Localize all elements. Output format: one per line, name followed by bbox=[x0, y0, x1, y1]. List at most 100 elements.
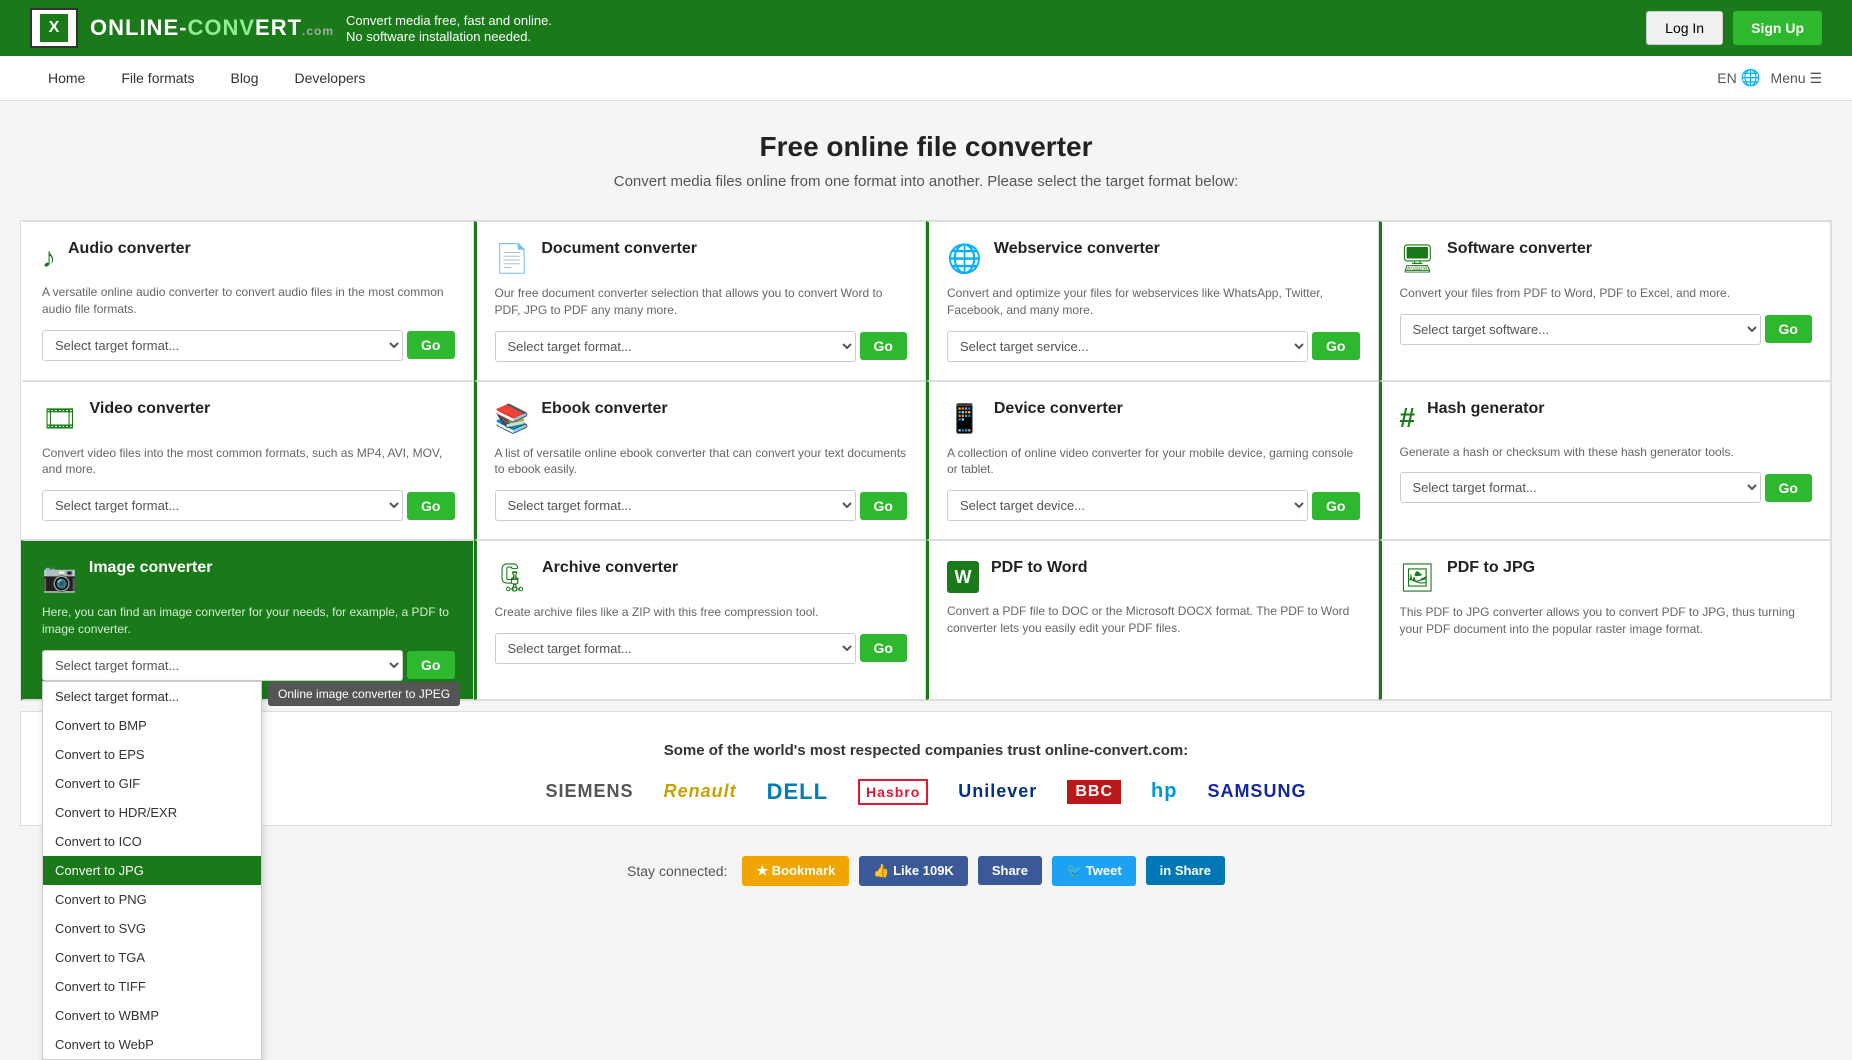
dd-ico[interactable]: Convert to ICO bbox=[43, 827, 261, 856]
video-select[interactable]: Select target format... bbox=[42, 490, 403, 521]
dd-wbmp[interactable]: Convert to WBMP bbox=[43, 1001, 261, 1030]
document-select[interactable]: Select target format... bbox=[495, 331, 856, 362]
dd-bmp[interactable]: Convert to BMP bbox=[43, 711, 261, 740]
dd-tiff[interactable]: Convert to TIFF bbox=[43, 972, 261, 1001]
logo-area: X ONLINE-CONVERT.com Convert media free,… bbox=[30, 8, 552, 48]
image-desc: Here, you can find an image converter fo… bbox=[42, 604, 455, 638]
dd-png[interactable]: Convert to PNG bbox=[43, 885, 261, 914]
like-button[interactable]: 👍 Like 109K bbox=[859, 856, 968, 886]
brand-hasbro: Hasbro bbox=[858, 779, 928, 805]
nav-developers[interactable]: Developers bbox=[277, 56, 384, 100]
software-title: Software converter bbox=[1447, 240, 1592, 258]
pdftojpg-icon: 🖼 bbox=[1400, 561, 1436, 594]
converter-image: 📷 Image converter Here, you can find an … bbox=[21, 540, 474, 700]
software-go-button[interactable]: Go bbox=[1765, 315, 1812, 343]
image-select-row: Select target format... Go Select target… bbox=[42, 650, 455, 681]
dd-select-placeholder[interactable]: Select target format... bbox=[43, 682, 261, 711]
webservice-header: 🌐 Webservice converter bbox=[947, 240, 1360, 275]
logo-icon: X bbox=[40, 14, 68, 42]
audio-select[interactable]: Select target format... bbox=[42, 330, 403, 361]
image-go-button[interactable]: Go bbox=[407, 651, 454, 679]
social-label: Stay connected: bbox=[627, 863, 727, 879]
video-icon: 🎞 bbox=[42, 402, 78, 435]
converter-pdftoword: W PDF to Word Convert a PDF file to DOC … bbox=[926, 540, 1379, 700]
device-select[interactable]: Select target device... bbox=[947, 490, 1308, 521]
device-desc: A collection of online video converter f… bbox=[947, 445, 1360, 479]
pdftojpg-title: PDF to JPG bbox=[1447, 559, 1535, 577]
converter-document: 📄 Document converter Our free document c… bbox=[474, 221, 927, 381]
nav: Home File formats Blog Developers EN 🌐 M… bbox=[0, 56, 1852, 101]
brand-samsung: SAMSUNG bbox=[1207, 781, 1306, 802]
archive-select[interactable]: Select target format... bbox=[495, 633, 856, 664]
dd-webp[interactable]: Convert to WebP bbox=[43, 1030, 261, 1059]
document-go-button[interactable]: Go bbox=[860, 332, 907, 360]
ebook-select[interactable]: Select target format... bbox=[495, 490, 856, 521]
tagline: Convert media free, fast and online. No … bbox=[346, 12, 552, 45]
archive-go-button[interactable]: Go bbox=[860, 634, 907, 662]
nav-blog[interactable]: Blog bbox=[212, 56, 276, 100]
brand-dell: DELL bbox=[767, 779, 828, 805]
language-selector[interactable]: EN 🌐 bbox=[1717, 68, 1760, 88]
menu-button[interactable]: Menu ☰ bbox=[1771, 70, 1822, 87]
device-go-button[interactable]: Go bbox=[1312, 492, 1359, 520]
brand-bbc: BBC bbox=[1067, 780, 1121, 804]
software-header: 🖥 Software converter bbox=[1400, 240, 1813, 275]
ebook-title: Ebook converter bbox=[541, 400, 667, 418]
device-select-row: Select target device... Go bbox=[947, 490, 1360, 521]
login-button[interactable]: Log In bbox=[1646, 11, 1723, 45]
logo-box: X bbox=[30, 8, 78, 48]
globe-icon: 🌐 bbox=[1741, 70, 1761, 87]
pdftoword-header: W PDF to Word bbox=[947, 559, 1360, 593]
share-li-button[interactable]: in Share bbox=[1146, 856, 1225, 885]
image-select[interactable]: Select target format... bbox=[42, 650, 403, 681]
converter-grid: ♪ Audio converter A versatile online aud… bbox=[20, 220, 1832, 701]
hero-subtitle: Convert media files online from one form… bbox=[20, 173, 1832, 190]
document-title: Document converter bbox=[541, 240, 697, 258]
dd-jpg[interactable]: Convert to JPG bbox=[43, 856, 261, 885]
webservice-desc: Convert and optimize your files for webs… bbox=[947, 285, 1360, 319]
video-desc: Convert video files into the most common… bbox=[42, 445, 455, 479]
signup-button[interactable]: Sign Up bbox=[1733, 11, 1822, 45]
brand-logos-row: SIEMENS Renault DELL Hasbro Unilever BBC… bbox=[41, 779, 1811, 805]
nav-home[interactable]: Home bbox=[30, 56, 103, 100]
nav-right: EN 🌐 Menu ☰ bbox=[1717, 68, 1822, 88]
software-select[interactable]: Select target software... bbox=[1400, 314, 1761, 345]
video-go-button[interactable]: Go bbox=[407, 492, 454, 520]
trust-section: Some of the world's most respected compa… bbox=[20, 711, 1832, 826]
nav-file-formats[interactable]: File formats bbox=[103, 56, 212, 100]
ebook-icon: 📚 bbox=[495, 402, 530, 435]
webservice-title: Webservice converter bbox=[994, 240, 1160, 258]
pdftoword-desc: Convert a PDF file to DOC or the Microso… bbox=[947, 603, 1360, 637]
document-select-row: Select target format... Go bbox=[495, 331, 908, 362]
device-icon: 📱 bbox=[947, 402, 982, 435]
header: X ONLINE-CONVERT.com Convert media free,… bbox=[0, 0, 1852, 56]
dd-eps[interactable]: Convert to EPS bbox=[43, 740, 261, 769]
hash-go-button[interactable]: Go bbox=[1765, 474, 1812, 502]
dd-tga[interactable]: Convert to TGA bbox=[43, 943, 261, 972]
brand-renault: Renault bbox=[664, 781, 737, 802]
pdftojpg-desc: This PDF to JPG converter allows you to … bbox=[1400, 604, 1813, 638]
webservice-select[interactable]: Select target service... bbox=[947, 331, 1308, 362]
converter-video: 🎞 Video converter Convert video files in… bbox=[21, 381, 474, 541]
hash-title: Hash generator bbox=[1427, 400, 1544, 418]
webservice-go-button[interactable]: Go bbox=[1312, 332, 1359, 360]
tweet-button[interactable]: 🐦 Tweet bbox=[1052, 856, 1136, 886]
video-header: 🎞 Video converter bbox=[42, 400, 455, 435]
hash-desc: Generate a hash or checksum with these h… bbox=[1400, 444, 1813, 461]
hash-select[interactable]: Select target format... bbox=[1400, 472, 1761, 503]
converter-ebook: 📚 Ebook converter A list of versatile on… bbox=[474, 381, 927, 541]
dd-hdr[interactable]: Convert to HDR/EXR bbox=[43, 798, 261, 827]
dd-gif[interactable]: Convert to GIF bbox=[43, 769, 261, 798]
ebook-go-button[interactable]: Go bbox=[860, 492, 907, 520]
hash-select-row: Select target format... Go bbox=[1400, 472, 1813, 503]
hero-section: Free online file converter Convert media… bbox=[0, 101, 1852, 210]
share-fb-button[interactable]: Share bbox=[978, 856, 1042, 885]
video-select-row: Select target format... Go bbox=[42, 490, 455, 521]
image-dropdown-menu: Select target format... Convert to BMP C… bbox=[42, 681, 262, 1060]
social-row: Stay connected: ★ Bookmark 👍 Like 109K S… bbox=[0, 836, 1852, 906]
dd-svg[interactable]: Convert to SVG bbox=[43, 914, 261, 943]
archive-desc: Create archive files like a ZIP with thi… bbox=[495, 604, 908, 621]
audio-icon: ♪ bbox=[42, 242, 56, 274]
bookmark-button[interactable]: ★ Bookmark bbox=[742, 856, 849, 886]
audio-go-button[interactable]: Go bbox=[407, 331, 454, 359]
